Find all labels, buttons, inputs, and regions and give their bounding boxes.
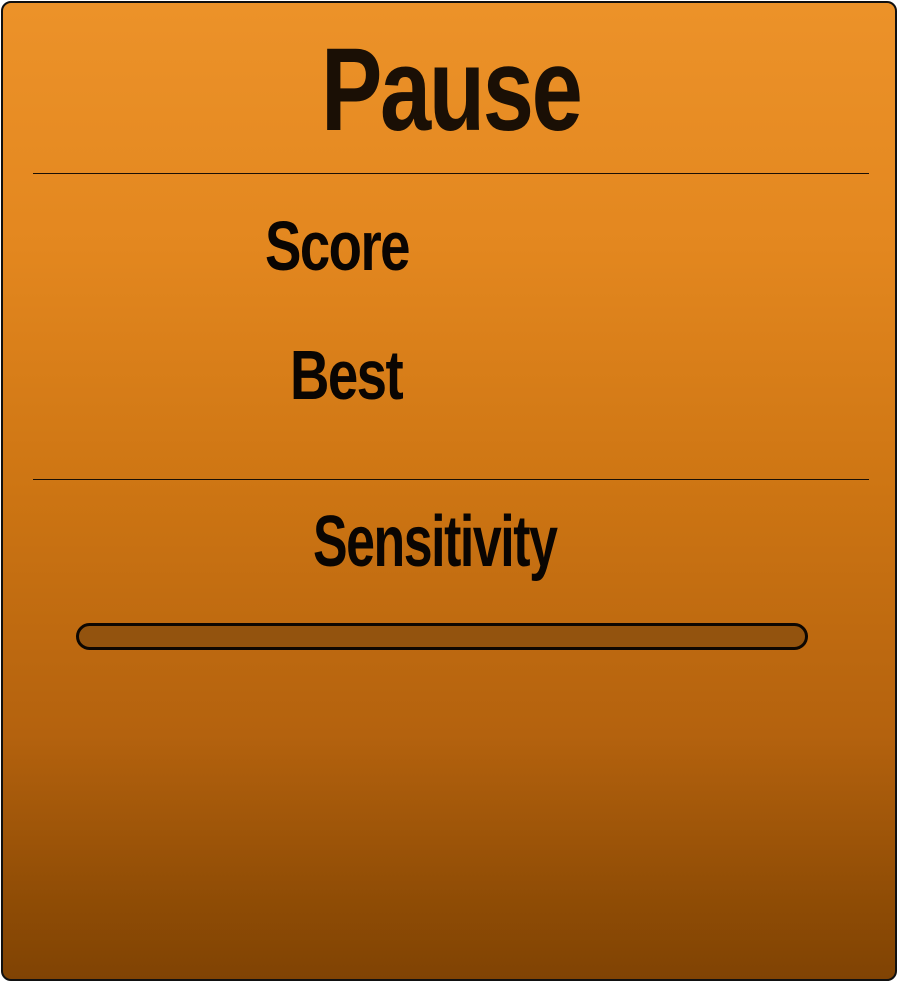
score-label: Score xyxy=(265,207,411,285)
pause-title: Pause xyxy=(321,24,583,156)
pause-menu-panel: Pause Score Best Sensitivity xyxy=(1,1,897,981)
top-divider xyxy=(33,173,869,174)
best-label: Best xyxy=(290,336,404,414)
sensitivity-slider[interactable] xyxy=(76,623,808,650)
middle-divider xyxy=(33,479,869,480)
sensitivity-label: Sensitivity xyxy=(313,502,558,582)
